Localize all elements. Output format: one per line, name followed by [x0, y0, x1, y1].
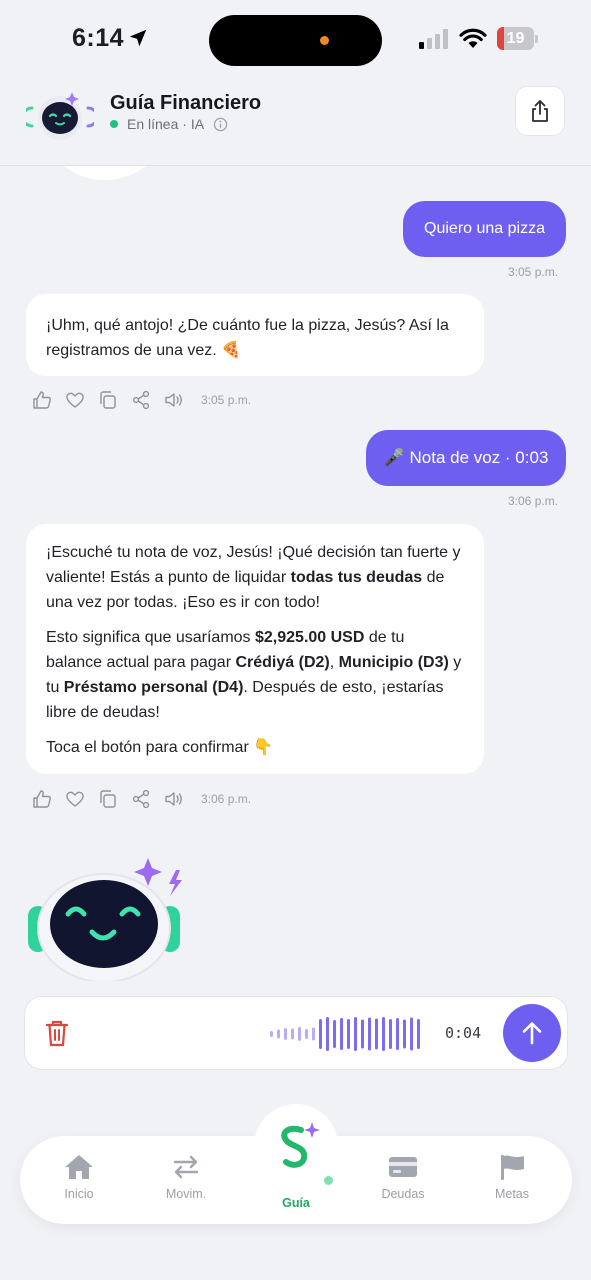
flag-icon [501, 1155, 524, 1180]
voice-recorder: 0:04 [24, 996, 568, 1070]
waveform-bar [368, 1017, 371, 1051]
dynamic-island [209, 15, 382, 66]
share-nodes-icon[interactable] [131, 390, 151, 410]
waveform-bar [396, 1018, 399, 1050]
online-dot-icon [110, 120, 118, 128]
waveform-bar [312, 1027, 315, 1041]
wifi-icon [459, 28, 487, 48]
trash-icon[interactable] [45, 1019, 69, 1047]
waveform-bar [347, 1019, 350, 1049]
copy-icon[interactable] [98, 390, 118, 410]
status-label: En línea · IA [127, 116, 205, 132]
message-time: 3:05 p.m. [201, 393, 252, 407]
waveform-bar [319, 1019, 322, 1049]
tab-label: Deudas [381, 1187, 425, 1201]
tab-movimientos[interactable]: Movim. [146, 1154, 226, 1201]
active-indicator [324, 1176, 333, 1185]
waveform-bar [361, 1019, 364, 1049]
message-text: 🎤 Nota de voz · 0:03 [383, 448, 549, 467]
guia-logo-icon [281, 1122, 320, 1168]
user-message: Quiero una pizza [403, 201, 566, 257]
waveform-bar [340, 1018, 343, 1050]
share-icon [532, 100, 548, 122]
thumbs-up-icon[interactable] [32, 390, 52, 410]
share-button[interactable] [515, 86, 565, 136]
message-text: ¡Uhm, qué antojo! ¿De cuánto fue la pizz… [46, 317, 449, 359]
bot-avatar [26, 92, 94, 140]
heart-icon[interactable] [65, 789, 85, 809]
tab-metas[interactable]: Metas [472, 1154, 552, 1201]
home-icon [65, 1155, 93, 1179]
waveform-bar [270, 1031, 273, 1037]
tab-inicio[interactable]: Inicio [39, 1154, 119, 1201]
robot-mascot-peek [64, 166, 146, 180]
waveform-bar [277, 1029, 280, 1039]
tab-deudas[interactable]: Deudas [363, 1154, 443, 1201]
message-time: 3:05 p.m. [508, 265, 559, 279]
waveform-bar [389, 1019, 392, 1049]
waveform-bar [284, 1028, 287, 1040]
online-status: En línea · IA [110, 116, 228, 132]
message-paragraph-3: Toca el botón para confirmar 👇 [46, 739, 274, 756]
arrow-up-icon [522, 1022, 542, 1045]
robot-mascot [28, 858, 182, 981]
tab-guia[interactable] [255, 1120, 337, 1181]
waveform-bar [354, 1017, 357, 1051]
bot-message: ¡Uhm, qué antojo! ¿De cuánto fue la pizz… [26, 294, 484, 376]
location-arrow-icon [129, 29, 147, 47]
message-text: Quiero una pizza [424, 220, 545, 237]
send-button[interactable] [503, 1004, 561, 1062]
message-paragraph-1: ¡Escuché tu nota de voz, Jesús! ¡Qué dec… [46, 544, 461, 611]
waveform-bar [326, 1017, 329, 1051]
waveform-icon [270, 1017, 420, 1051]
tab-label: Guía [282, 1196, 310, 1210]
speaker-icon[interactable] [164, 390, 184, 410]
privacy-indicator [320, 36, 329, 45]
waveform-bar [298, 1027, 301, 1041]
chat-thread[interactable]: Quiero una pizza 3:05 p.m. ¡Uhm, qué ant… [0, 166, 591, 981]
share-nodes-icon[interactable] [131, 789, 151, 809]
message-actions: 3:05 p.m. [32, 390, 251, 410]
waveform-bar [382, 1017, 385, 1051]
message-time: 3:06 p.m. [508, 494, 559, 508]
recording-duration: 0:04 [445, 1024, 482, 1042]
battery-percent: 19 [506, 30, 525, 47]
message-actions: 3:06 p.m. [32, 789, 251, 809]
waveform-bar [305, 1029, 308, 1039]
waveform-bar [410, 1017, 413, 1051]
battery-icon: 19 [497, 27, 539, 50]
page-title: Guía Financiero [110, 92, 262, 114]
chat-header: Guía Financiero En línea · IA [0, 80, 591, 166]
card-icon [389, 1157, 417, 1177]
message-time: 3:06 p.m. [201, 792, 252, 806]
signal-icon [419, 29, 448, 49]
heart-icon[interactable] [65, 390, 85, 410]
tab-label: Inicio [64, 1187, 94, 1201]
status-time: 6:14 [72, 24, 125, 52]
user-voice-message[interactable]: 🎤 Nota de voz · 0:03 [366, 430, 566, 486]
arrows-swap-icon [173, 1155, 199, 1179]
speaker-icon[interactable] [164, 789, 184, 809]
waveform-bar [333, 1020, 336, 1048]
waveform-bar [291, 1028, 294, 1040]
copy-icon[interactable] [98, 789, 118, 809]
waveform-bar [417, 1019, 420, 1049]
waveform-bar [403, 1019, 406, 1049]
tab-label: Metas [494, 1187, 530, 1201]
thumbs-up-icon[interactable] [32, 789, 52, 809]
status-bar: 6:14 19 [0, 0, 591, 80]
message-paragraph-2: Esto significa que usaríamos $2,925.00 U… [46, 629, 462, 721]
tab-label: Movim. [165, 1187, 207, 1201]
info-icon[interactable] [213, 117, 228, 132]
bot-message: ¡Escuché tu nota de voz, Jesús! ¡Qué dec… [26, 524, 484, 774]
waveform-bar [375, 1018, 378, 1050]
